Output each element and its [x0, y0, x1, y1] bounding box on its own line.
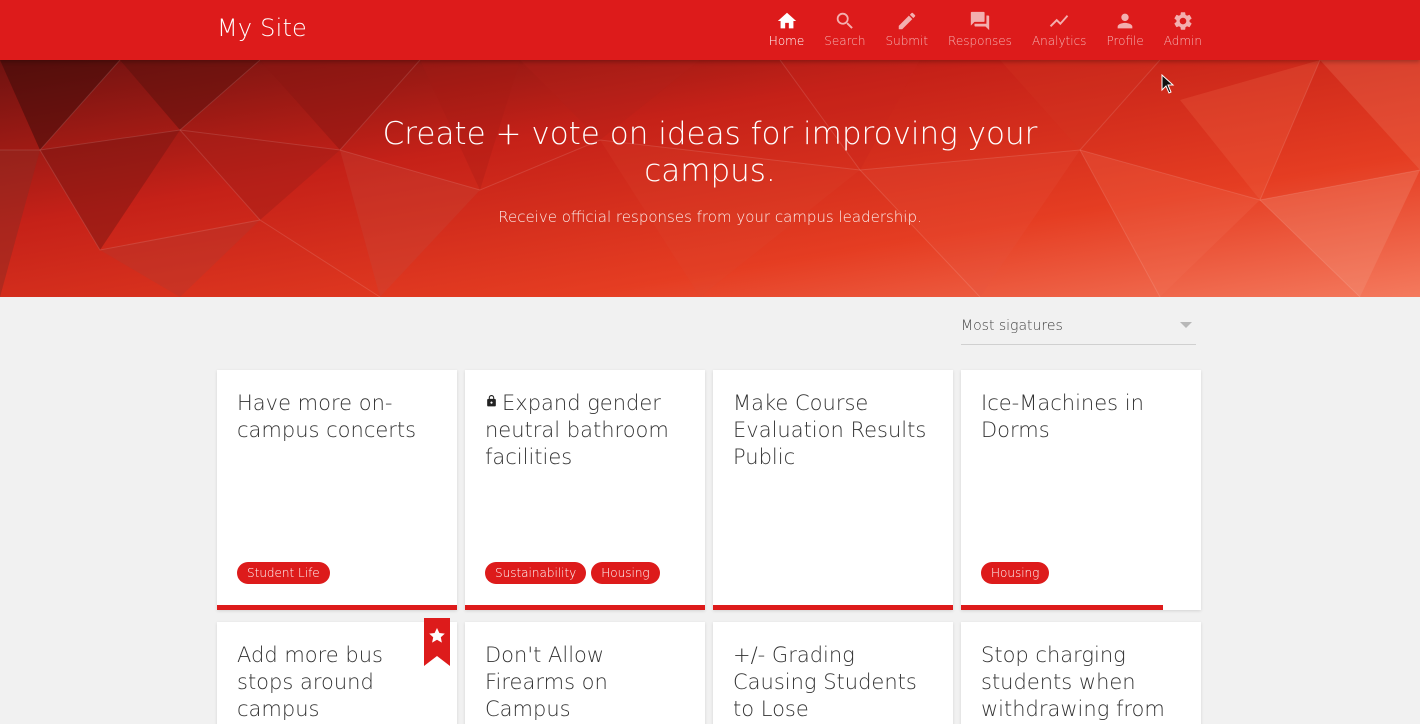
chat-icon — [970, 11, 990, 31]
idea-title: Ice-Machines in Dorms — [981, 391, 1144, 442]
tag-list: Student Life — [237, 562, 330, 584]
site-brand[interactable]: My Site — [217, 14, 307, 42]
nav-profile[interactable]: Profile — [1096, 10, 1153, 48]
tag-badge[interactable]: Student Life — [237, 562, 330, 584]
tag-badge[interactable]: Sustainability — [485, 562, 587, 584]
nav-admin-label: Admin — [1163, 34, 1202, 48]
nav-analytics-label: Analytics — [1031, 34, 1087, 48]
nav-analytics[interactable]: Analytics — [1022, 10, 1097, 48]
signature-progress-bar — [217, 605, 457, 610]
tag-badge[interactable]: Housing — [981, 562, 1050, 584]
main-nav: Home Search Submit Responses Analytics P… — [759, 10, 1212, 48]
idea-title: +/- Grading Causing Students to Lose — [733, 643, 917, 721]
tag-list: Sustainability Housing — [485, 562, 660, 584]
idea-title: Have more on-campus concerts — [237, 391, 417, 442]
nav-home-label: Home — [768, 34, 805, 48]
home-icon — [777, 12, 796, 29]
person-icon — [1117, 13, 1133, 29]
search-icon — [836, 12, 853, 29]
idea-title: Make Course Evaluation Results Public — [733, 391, 927, 469]
idea-title: Don't Allow Firearms on Campus — [485, 643, 608, 721]
featured-bookmark-icon — [424, 618, 450, 666]
nav-responses-label: Responses — [948, 34, 1012, 48]
idea-card[interactable]: Make Course Evaluation Results Public — [713, 370, 953, 610]
sort-selected-value: Most sigatures — [961, 318, 1063, 334]
tag-badge[interactable]: Housing — [591, 562, 660, 584]
signature-progress-bar — [961, 605, 1163, 610]
chevron-down-icon — [1180, 322, 1192, 328]
nav-admin[interactable]: Admin — [1154, 10, 1212, 48]
idea-card[interactable]: Don't Allow Firearms on Campus — [465, 622, 705, 724]
pencil-icon — [898, 12, 916, 30]
nav-profile-label: Profile — [1106, 34, 1144, 48]
idea-card[interactable]: Expand gender neutral bathroom facilitie… — [465, 370, 705, 610]
idea-card[interactable]: Stop charging students when withdrawing … — [961, 622, 1201, 724]
trending-icon — [1050, 15, 1069, 27]
hero-banner: Create + vote on ideas for improving you… — [0, 60, 1420, 297]
signature-progress-bar — [713, 605, 953, 610]
idea-card[interactable]: Have more on-campus concerts Student Lif… — [217, 370, 457, 610]
nav-submit-label: Submit — [885, 34, 929, 48]
top-navbar: My Site Home Search Submit Responses Ana… — [0, 0, 1420, 60]
idea-title: Add more bus stops around campus — [237, 643, 383, 721]
nav-submit[interactable]: Submit — [875, 10, 938, 48]
idea-title: Stop charging students when withdrawing … — [981, 643, 1165, 721]
hero-title: Create + vote on ideas for improving you… — [382, 116, 1038, 189]
idea-card[interactable]: Ice-Machines in Dorms Housing — [961, 370, 1201, 610]
nav-responses[interactable]: Responses — [938, 10, 1022, 48]
idea-card[interactable]: Add more bus stops around campus — [217, 618, 457, 724]
nav-home[interactable]: Home — [759, 10, 814, 48]
idea-title-wrap: Expand gender neutral bathroom facilitie… — [485, 390, 690, 471]
tag-list: Housing — [981, 562, 1050, 584]
mouse-cursor-icon — [1161, 74, 1175, 94]
idea-title: Expand gender neutral bathroom facilitie… — [485, 391, 669, 469]
gear-icon — [1174, 12, 1192, 30]
idea-card[interactable]: +/- Grading Causing Students to Lose — [713, 622, 953, 724]
sort-select[interactable]: Most sigatures — [961, 310, 1196, 345]
lock-icon — [487, 395, 496, 407]
signature-progress-bar — [465, 605, 705, 610]
nav-search-label: Search — [824, 34, 866, 48]
nav-search[interactable]: Search — [814, 10, 875, 48]
hero-subtitle: Receive official responses from your cam… — [498, 208, 922, 226]
